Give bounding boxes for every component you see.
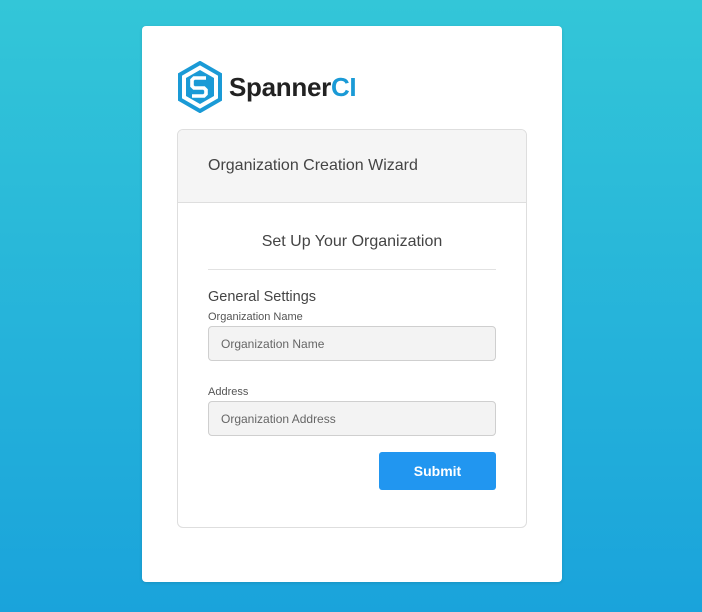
brand-name-accent: CI <box>330 71 357 102</box>
brand-name-main: Spanner <box>229 71 331 102</box>
wizard-body: Set Up Your Organization General Setting… <box>178 203 526 490</box>
organization-name-input[interactable] <box>208 326 496 361</box>
spannerci-logo-icon <box>177 61 223 113</box>
brand-logo: Spanner CI <box>177 61 357 113</box>
wizard-header: Organization Creation Wizard <box>178 130 526 203</box>
submit-button[interactable]: Submit <box>379 452 496 490</box>
section-title: Set Up Your Organization <box>208 203 496 270</box>
organization-name-label: Organization Name <box>208 311 303 323</box>
general-settings-heading: General Settings <box>208 289 317 305</box>
address-label: Address <box>208 386 249 398</box>
form-actions: Submit <box>208 452 496 490</box>
organization-address-input[interactable] <box>208 401 496 436</box>
login-card: Spanner CI Organization Creation Wizard S… <box>142 26 562 582</box>
brand-name: Spanner CI <box>229 71 357 103</box>
wizard-title: Organization Creation Wizard <box>208 157 418 174</box>
wizard-panel: Organization Creation Wizard Set Up Your… <box>177 129 527 528</box>
